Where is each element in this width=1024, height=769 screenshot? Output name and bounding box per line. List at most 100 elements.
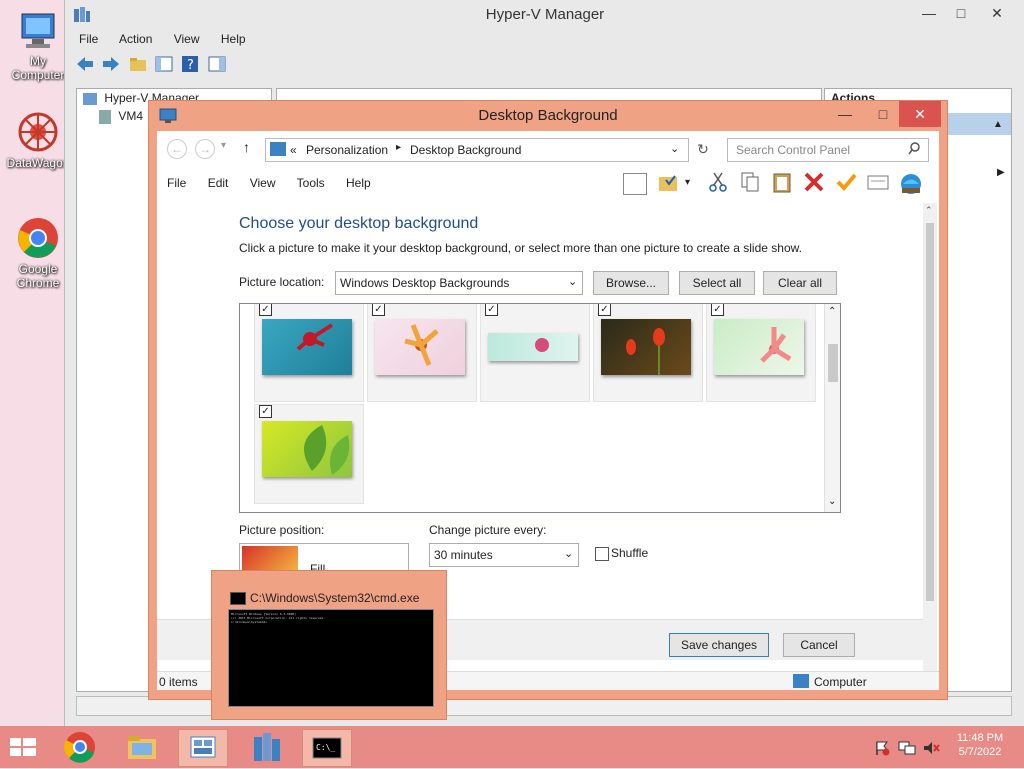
address-bar[interactable]: « Personalization ▸ Desktop Background ⌄ (265, 138, 689, 162)
scroll-thumb[interactable] (926, 223, 934, 601)
save-changes-button[interactable]: Save changes (669, 633, 769, 657)
close-button[interactable]: ✕ (899, 101, 941, 127)
wallpaper-thumbnail-6[interactable]: ✓ (254, 404, 364, 504)
folder-up-icon[interactable] (128, 54, 148, 74)
close-button[interactable]: ✕ (981, 0, 1013, 26)
action-center-flag-icon[interactable] (874, 740, 890, 759)
taskbar-server-manager[interactable] (242, 729, 290, 765)
cancel-button[interactable]: Cancel (783, 633, 855, 657)
refresh-icon[interactable]: ↻ (693, 139, 713, 159)
start-button[interactable] (0, 729, 48, 765)
chevron-down-icon: ⌄ (568, 276, 578, 288)
cmd-console: Microsoft Windows [Version 6.3.9600] (c)… (228, 609, 434, 707)
up-arrow-icon[interactable]: ↑ (243, 139, 250, 155)
wallpaper-gallery: ✓ ✓ ✓ ✓ ✓ ✓ ⌃ ⌄ (239, 303, 841, 513)
server-icon (242, 729, 290, 768)
page-subtext: Click a picture to make it your desktop … (239, 241, 802, 255)
minimize-button[interactable]: — (913, 0, 945, 26)
wallpaper-image (714, 319, 804, 375)
scroll-thumb[interactable] (828, 344, 838, 382)
thumbnail-checkbox[interactable]: ✓ (711, 304, 724, 316)
picture-position-label: Picture position: (239, 523, 325, 537)
action-pane-icon[interactable] (207, 54, 227, 74)
search-input[interactable]: Search Control Panel (727, 138, 929, 162)
tree-item-vm4[interactable]: VM4 (99, 109, 143, 124)
menu-help[interactable]: Help (221, 32, 246, 46)
wallpaper-thumbnail-4[interactable]: ✓ (593, 304, 703, 402)
back-arrow-icon[interactable] (75, 54, 95, 74)
taskbar-file-explorer[interactable] (118, 729, 166, 765)
change-picture-label: Change picture every: (429, 523, 547, 537)
breadcrumb-desktop-background[interactable]: Desktop Background (410, 143, 521, 157)
wallpaper-thumbnail-5[interactable]: ✓ (706, 304, 816, 402)
recent-dropdown-icon[interactable]: ▾ (221, 140, 226, 151)
checkmark-icon[interactable] (835, 171, 857, 193)
help-icon[interactable]: ? (180, 54, 200, 74)
menu-view[interactable]: View (250, 176, 276, 190)
picture-location-value: Windows Desktop Backgrounds (340, 276, 510, 290)
wallpaper-image (375, 319, 465, 375)
folder-options-icon[interactable] (657, 171, 681, 193)
change-picture-value: 30 minutes (434, 548, 493, 562)
taskbar-chrome[interactable] (56, 729, 104, 765)
main-scrollbar[interactable]: ⌃ ⌄ (923, 203, 937, 689)
menu-help[interactable]: Help (346, 176, 371, 190)
change-picture-select[interactable]: 30 minutes ⌄ (429, 543, 579, 567)
delete-icon[interactable] (803, 171, 825, 193)
taskbar-clock[interactable]: 11:48 PM 5/7/2022 (950, 732, 1010, 758)
browse-button[interactable]: Browse... (593, 271, 669, 295)
back-arrow-icon[interactable]: ← (167, 139, 187, 159)
maximize-button[interactable]: □ (945, 0, 977, 26)
properties-icon[interactable] (867, 173, 889, 191)
wallpaper-thumbnail-2[interactable]: ✓ (367, 304, 477, 402)
menu-edit[interactable]: Edit (208, 176, 229, 190)
picture-location-select[interactable]: Windows Desktop Backgrounds ⌄ (335, 271, 583, 295)
window-title: Desktop Background (478, 107, 618, 124)
maximize-button[interactable]: □ (867, 101, 899, 127)
minimize-button[interactable]: — (829, 101, 861, 127)
copy-icon[interactable] (739, 171, 761, 193)
scroll-up-icon[interactable]: ⌃ (925, 205, 933, 216)
scroll-up-icon[interactable]: ⌃ (828, 306, 836, 317)
forward-arrow-icon[interactable] (101, 54, 121, 74)
globe-icon[interactable] (899, 171, 923, 195)
computer-icon (16, 8, 60, 52)
wallpaper-thumbnail-3[interactable]: ✓ (480, 304, 590, 402)
cut-icon[interactable] (707, 171, 729, 193)
wallpaper-image (601, 319, 691, 375)
menu-file[interactable]: File (79, 32, 98, 46)
taskbar-hyperv[interactable] (178, 729, 228, 767)
paste-icon[interactable] (771, 171, 793, 193)
thumbnail-checkbox[interactable]: ✓ (485, 304, 498, 316)
menu-file[interactable]: File (167, 176, 186, 190)
network-icon[interactable] (898, 740, 916, 759)
chevron-down-icon[interactable]: ▾ (685, 177, 690, 188)
shuffle-checkbox[interactable] (595, 547, 609, 561)
console-tree-icon[interactable] (154, 54, 174, 74)
menu-tools[interactable]: Tools (297, 176, 325, 190)
thumbnail-checkbox[interactable]: ✓ (259, 405, 272, 418)
thumbnail-checkbox[interactable]: ✓ (372, 304, 385, 316)
gallery-scrollbar[interactable]: ⌃ ⌄ (824, 304, 840, 512)
breadcrumb-personalization[interactable]: Personalization (306, 143, 388, 157)
taskbar-cmd[interactable]: C:\_ (302, 729, 352, 767)
menu-view[interactable]: View (174, 32, 200, 46)
scroll-down-icon[interactable]: ⌄ (828, 496, 836, 507)
volume-muted-icon[interactable] (922, 740, 940, 759)
chevron-down-icon: ⌄ (564, 548, 574, 560)
breadcrumb-prefix: « (290, 143, 297, 157)
thumbnail-checkbox[interactable]: ✓ (259, 304, 272, 316)
layout-pane-icon[interactable] (623, 173, 647, 195)
wallpaper-thumbnail-1[interactable]: ✓ (254, 304, 364, 402)
select-all-button[interactable]: Select all (679, 271, 755, 295)
chevron-right-icon[interactable]: ▶ (997, 167, 1005, 178)
control-panel-icon (270, 142, 286, 156)
clear-all-button[interactable]: Clear all (763, 271, 837, 295)
wallpaper-image (262, 319, 352, 375)
thumbnail-checkbox[interactable]: ✓ (598, 304, 611, 316)
chevron-down-icon[interactable]: ⌄ (670, 142, 679, 155)
cmd-taskbar-preview[interactable]: C:\Windows\System32\cmd.exe Microsoft Wi… (211, 570, 447, 720)
menu-action[interactable]: Action (119, 32, 152, 46)
actions-collapse[interactable]: ▲ (947, 113, 1011, 135)
forward-arrow-icon[interactable]: → (195, 139, 215, 159)
